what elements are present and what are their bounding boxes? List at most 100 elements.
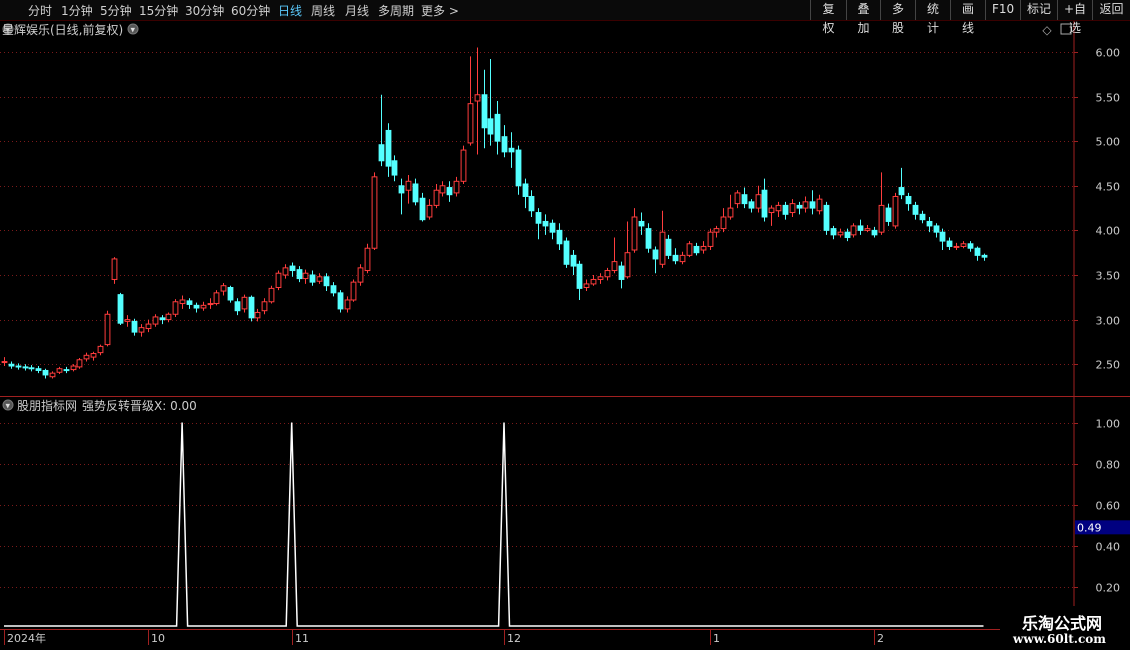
candle-body xyxy=(864,228,871,231)
watermark-title: 乐淘公式网 xyxy=(1021,614,1102,633)
candle-body xyxy=(707,231,714,247)
date-label: 2024年 xyxy=(7,631,46,645)
candle-body xyxy=(282,267,289,276)
toolbar-button-4[interactable]: 画线 xyxy=(950,0,985,35)
period-tab-9[interactable]: 多周期 xyxy=(378,2,414,19)
indicator-tick-label: 0.80 xyxy=(1096,459,1121,472)
period-tab-8[interactable]: 月线 xyxy=(345,2,369,19)
candle-body xyxy=(638,220,645,227)
candle-body xyxy=(487,118,494,135)
candle-body xyxy=(1,361,8,364)
toolbar-button-6[interactable]: 标记 xyxy=(1020,0,1057,20)
period-tab-6[interactable]: 日线 xyxy=(278,2,302,19)
candle-body xyxy=(186,300,193,305)
candle-body xyxy=(981,254,988,258)
candle-body xyxy=(857,225,864,231)
candle-body xyxy=(720,216,727,230)
indicator-line xyxy=(4,422,984,627)
period-tab-1[interactable]: 1分钟 xyxy=(61,2,93,19)
stock-chart[interactable]: ▾ 星辉娱乐(日线,前复权) ▾ ◇ 6.00 5.50 5.00 4.50 4.00 3.50 3… xyxy=(0,0,1130,650)
candle-body xyxy=(364,247,371,272)
candle-body xyxy=(234,301,241,312)
candle-body xyxy=(70,365,77,371)
candle-body xyxy=(919,213,926,221)
candle-body xyxy=(631,216,638,251)
date-label: 2 xyxy=(877,632,884,645)
candle-body xyxy=(556,229,563,245)
toolbar-button-8[interactable]: 返回 xyxy=(1092,0,1130,20)
watermark-url: www.60lt.com xyxy=(1013,632,1106,646)
candle-body xyxy=(665,238,672,256)
candle-body xyxy=(816,198,823,212)
period-toolbar: 分时 1分钟 5分钟 15分钟 30分钟 60分钟 日线 周线 月线 多周期 更多 > 复权 叠加 多股统… xyxy=(0,0,1130,35)
date-label: 1 xyxy=(713,632,720,645)
candle-body xyxy=(350,281,357,301)
period-tab-5[interactable]: 60分钟 xyxy=(231,2,270,19)
candle-body xyxy=(117,294,124,324)
toolbar-button-7[interactable]: +自选 xyxy=(1057,0,1092,35)
candle-body xyxy=(193,304,200,309)
candle-body xyxy=(261,301,268,312)
candle-body xyxy=(659,231,666,265)
candle-body xyxy=(22,366,29,369)
date-label: 12 xyxy=(507,632,521,645)
candle-body xyxy=(652,249,659,260)
candle-body xyxy=(850,225,857,236)
indicator-collapse-glyph: ▾ xyxy=(6,402,11,412)
candle-body xyxy=(535,212,542,224)
period-tab-4[interactable]: 30分钟 xyxy=(185,2,224,19)
candle-body xyxy=(604,270,611,278)
candle-body xyxy=(645,228,652,249)
date-label: 10 xyxy=(151,632,165,645)
candle-body xyxy=(563,240,570,265)
toolbar-button-2[interactable]: 多股 xyxy=(880,0,915,35)
candle-body xyxy=(474,94,481,102)
toolbar-button-0[interactable]: 复权 xyxy=(810,0,846,35)
indicator-title: 股朋指标网 xyxy=(17,398,77,413)
price-tick-label: 3.50 xyxy=(1096,270,1121,283)
candle-body xyxy=(248,296,255,319)
toolbar-button-5[interactable]: F10 xyxy=(985,0,1020,20)
candle-body xyxy=(885,207,892,222)
price-tick-label: 2.50 xyxy=(1096,359,1121,372)
candle-body xyxy=(974,247,981,256)
toolbar-button-1[interactable]: 叠加 xyxy=(846,0,880,35)
candle-body xyxy=(912,204,919,215)
candle-body xyxy=(145,323,152,330)
period-tab-2[interactable]: 5分钟 xyxy=(100,2,132,19)
candle-body xyxy=(748,201,755,209)
candle-body xyxy=(316,276,323,282)
candle-body xyxy=(576,263,583,289)
candle-body xyxy=(405,180,412,191)
date-label: 11 xyxy=(295,632,309,645)
diamond-icon: ◇ xyxy=(1042,23,1052,37)
period-tab-7[interactable]: 周线 xyxy=(311,2,335,19)
candle-body xyxy=(371,176,378,249)
candle-body xyxy=(789,203,796,214)
period-tab-10[interactable]: 更多 > xyxy=(421,2,459,19)
candle-body xyxy=(35,368,42,371)
candle-body xyxy=(220,285,227,292)
candle-body xyxy=(611,261,618,272)
candle-body xyxy=(63,369,70,372)
price-tick-label: 4.50 xyxy=(1096,181,1121,194)
candle-body xyxy=(693,245,700,254)
candle-body xyxy=(104,313,111,346)
indicator-tick-label: 0.20 xyxy=(1096,582,1121,595)
period-tab-0[interactable]: 分时 xyxy=(28,2,52,19)
candle-body xyxy=(775,204,782,212)
period-tab-3[interactable]: 15分钟 xyxy=(139,2,178,19)
candle-body xyxy=(713,228,720,233)
toolbar-button-3[interactable]: 统计 xyxy=(915,0,950,35)
candle-body xyxy=(802,201,809,209)
candle-body xyxy=(570,254,577,267)
candle-body xyxy=(426,204,433,218)
candle-body xyxy=(672,254,679,262)
candle-body xyxy=(254,311,261,319)
candle-body xyxy=(179,299,186,305)
candle-body xyxy=(946,240,953,247)
candle-body xyxy=(953,245,960,248)
candle-body xyxy=(878,204,885,233)
dropdown-glyph: ▾ xyxy=(131,26,136,36)
candle-body xyxy=(56,368,63,373)
